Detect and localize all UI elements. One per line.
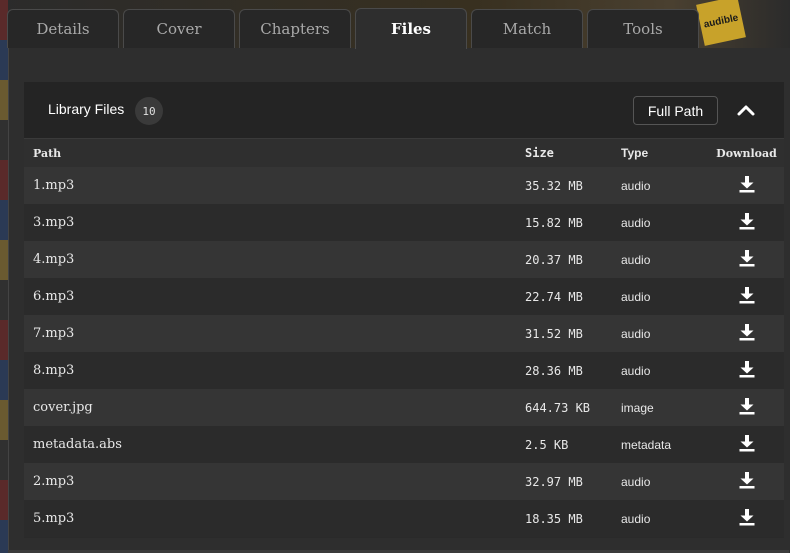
download-cell <box>709 167 784 204</box>
download-cell <box>709 315 784 352</box>
file-type: audio <box>621 278 709 315</box>
download-icon[interactable] <box>738 508 756 526</box>
file-path: 7.mp3 <box>24 315 525 352</box>
file-size: 22.74 MB <box>525 278 621 315</box>
download-icon[interactable] <box>738 212 756 230</box>
file-size: 35.32 MB <box>525 167 621 204</box>
chevron-up-icon <box>737 105 755 116</box>
table-row: 2.mp3 32.97 MB audio <box>24 463 784 500</box>
download-cell <box>709 426 784 463</box>
file-path: 1.mp3 <box>24 167 525 204</box>
column-header-size: Size <box>525 139 621 167</box>
tab-details[interactable]: Details <box>7 9 119 48</box>
column-header-download: Download <box>709 139 784 167</box>
library-files-title: Library Files <box>48 101 125 117</box>
table-row: metadata.abs 2.5 KB metadata <box>24 426 784 463</box>
download-cell <box>709 204 784 241</box>
download-icon[interactable] <box>738 323 756 341</box>
file-path: 3.mp3 <box>24 204 525 241</box>
column-header-path: Path <box>24 139 525 167</box>
file-size: 20.37 MB <box>525 241 621 278</box>
file-size: 2.5 KB <box>525 426 621 463</box>
files-table-body: 1.mp3 35.32 MB audio 3.mp3 15.82 MB audio 4.mp… <box>24 167 784 537</box>
file-type: audio <box>621 315 709 352</box>
full-path-button[interactable]: Full Path <box>633 96 718 125</box>
tab-tools[interactable]: Tools <box>587 9 699 48</box>
file-path: 5.mp3 <box>24 500 525 537</box>
library-files-panel: Library Files 10 Full Path Path Size Typ… <box>24 82 784 538</box>
table-row: 3.mp3 15.82 MB audio <box>24 204 784 241</box>
table-row: 7.mp3 31.52 MB audio <box>24 315 784 352</box>
tab-files[interactable]: Files <box>355 8 467 49</box>
table-row: 1.mp3 35.32 MB audio <box>24 167 784 204</box>
library-files-header[interactable]: Library Files 10 Full Path <box>24 82 784 139</box>
file-type: audio <box>621 204 709 241</box>
file-type: audio <box>621 241 709 278</box>
column-header-type: Type <box>621 139 709 167</box>
file-size: 15.82 MB <box>525 204 621 241</box>
download-icon[interactable] <box>738 175 756 193</box>
background-cover-edge <box>0 0 8 553</box>
file-size: 31.52 MB <box>525 315 621 352</box>
download-cell <box>709 241 784 278</box>
download-cell <box>709 500 784 537</box>
download-icon[interactable] <box>738 434 756 452</box>
download-icon[interactable] <box>738 286 756 304</box>
download-cell <box>709 389 784 426</box>
file-type: audio <box>621 463 709 500</box>
file-path: 8.mp3 <box>24 352 525 389</box>
tab-match[interactable]: Match <box>471 9 583 48</box>
file-size: 18.35 MB <box>525 500 621 537</box>
file-path: 4.mp3 <box>24 241 525 278</box>
file-type: audio <box>621 167 709 204</box>
download-icon[interactable] <box>738 397 756 415</box>
file-type: audio <box>621 352 709 389</box>
tab-bar: Details Cover Chapters Files Match Tools <box>0 0 790 49</box>
table-row: 6.mp3 22.74 MB audio <box>24 278 784 315</box>
file-path: 2.mp3 <box>24 463 525 500</box>
tab-chapters[interactable]: Chapters <box>239 9 351 48</box>
tab-cover[interactable]: Cover <box>123 9 235 48</box>
file-path: metadata.abs <box>24 426 525 463</box>
file-path: 6.mp3 <box>24 278 525 315</box>
file-type: metadata <box>621 426 709 463</box>
download-cell <box>709 278 784 315</box>
collapse-button[interactable] <box>732 96 760 124</box>
download-icon[interactable] <box>738 249 756 267</box>
file-type: image <box>621 389 709 426</box>
download-icon[interactable] <box>738 360 756 378</box>
download-cell <box>709 463 784 500</box>
download-icon[interactable] <box>738 471 756 489</box>
table-row: 4.mp3 20.37 MB audio <box>24 241 784 278</box>
file-type: audio <box>621 500 709 537</box>
file-size: 644.73 KB <box>525 389 621 426</box>
table-row: cover.jpg 644.73 KB image <box>24 389 784 426</box>
file-size: 32.97 MB <box>525 463 621 500</box>
file-count-badge: 10 <box>135 97 163 125</box>
file-size: 28.36 MB <box>525 352 621 389</box>
table-header-row: Path Size Type Download <box>24 139 784 167</box>
file-path: cover.jpg <box>24 389 525 426</box>
files-table: Path Size Type Download 1.mp3 35.32 MB aud… <box>24 139 784 537</box>
table-row: 8.mp3 28.36 MB audio <box>24 352 784 389</box>
download-cell <box>709 352 784 389</box>
table-row: 5.mp3 18.35 MB audio <box>24 500 784 537</box>
